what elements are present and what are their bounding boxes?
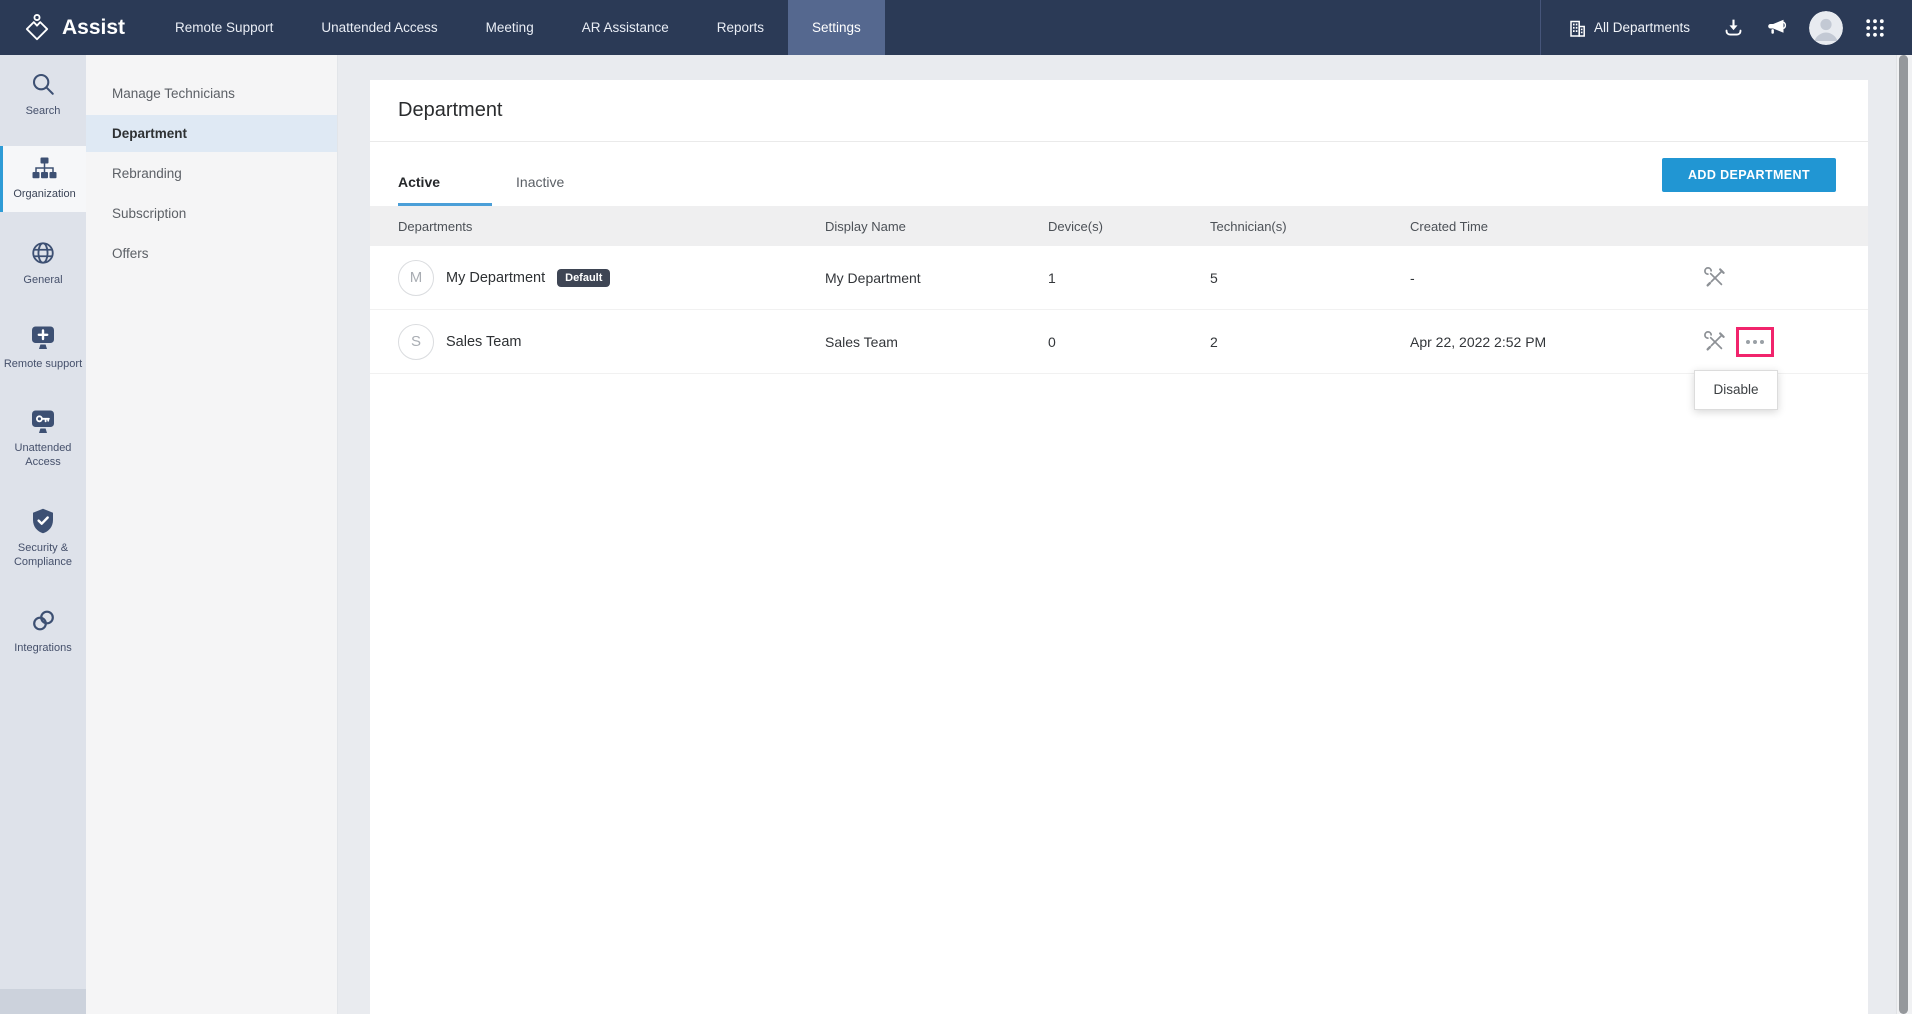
column-created-time: Created Time bbox=[1410, 218, 1489, 234]
submenu-item-subscription[interactable]: Subscription bbox=[86, 195, 337, 232]
technicians-cell: 2 bbox=[1210, 333, 1218, 350]
table-row: S Sales Team Sales Team 0 2 Apr 22, 2022… bbox=[370, 310, 1868, 410]
sidebar-item-label: Unattended Access bbox=[14, 442, 72, 469]
department-avatar: M bbox=[398, 259, 434, 296]
navbar-separator bbox=[1539, 0, 1541, 55]
app-grid-icon[interactable] bbox=[1865, 18, 1885, 38]
card-header: Department bbox=[370, 80, 1868, 142]
more-options-icon[interactable] bbox=[1736, 326, 1774, 357]
add-department-button[interactable]: ADD DEPARTMENT bbox=[1661, 158, 1836, 192]
sidebar-item-integrations[interactable]: Integrations bbox=[0, 597, 86, 665]
app-brand[interactable]: Assist bbox=[0, 0, 151, 55]
sidebar-item-security-compliance[interactable]: Security & Compliance bbox=[0, 498, 86, 580]
devices-cell: 0 bbox=[1048, 333, 1056, 350]
tab-inactive[interactable]: Inactive bbox=[516, 174, 564, 206]
main-navigation: Remote Support Unattended Access Meeting… bbox=[151, 0, 885, 55]
department-card: Department Active Inactive ADD DEPARTMEN… bbox=[370, 80, 1868, 1014]
tabs-row: Active Inactive ADD DEPARTMENT bbox=[370, 142, 1868, 206]
nav-meeting[interactable]: Meeting bbox=[462, 0, 558, 55]
linked-rings-icon bbox=[30, 607, 57, 634]
sidebar-item-label: Search bbox=[25, 105, 61, 117]
created-time-cell: - bbox=[1410, 269, 1415, 286]
department-avatar: S bbox=[398, 323, 434, 360]
tab-active[interactable]: Active bbox=[398, 174, 493, 206]
display-name-cell: My Department bbox=[825, 269, 921, 286]
technicians-cell: 5 bbox=[1210, 269, 1218, 286]
submenu-item-offers[interactable]: Offers bbox=[86, 235, 337, 272]
nav-ar-assistance[interactable]: AR Assistance bbox=[558, 0, 693, 55]
sidebar-item-label: Remote support bbox=[3, 357, 83, 370]
monitor-key-icon bbox=[30, 409, 56, 434]
sidebar-item-label: Integrations bbox=[14, 642, 72, 655]
created-time-cell: Apr 22, 2022 2:52 PM bbox=[1410, 333, 1547, 350]
brand-name: Assist bbox=[62, 15, 126, 39]
monitor-plus-icon bbox=[30, 325, 56, 350]
sidebar-item-organization[interactable]: Organization bbox=[0, 146, 86, 212]
column-display-name: Display Name bbox=[825, 218, 906, 234]
disable-menu-item[interactable]: Disable bbox=[1694, 369, 1778, 410]
top-navbar: Assist Remote Support Unattended Access … bbox=[0, 0, 1912, 55]
sidebar-item-label: General bbox=[23, 273, 63, 286]
page-title: Department bbox=[398, 99, 503, 121]
department-scope-label: All Departments bbox=[1593, 20, 1690, 35]
dot bbox=[1753, 339, 1757, 344]
nav-reports[interactable]: Reports bbox=[693, 0, 788, 55]
scrollbar-thumb[interactable] bbox=[1899, 55, 1908, 1014]
main-content: Department Active Inactive ADD DEPARTMEN… bbox=[338, 55, 1896, 1014]
submenu-item-rebranding[interactable]: Rebranding bbox=[86, 155, 337, 192]
user-avatar[interactable] bbox=[1809, 10, 1843, 45]
row-actions bbox=[1700, 266, 1868, 289]
sidebar-item-unattended-access[interactable]: Unattended Access bbox=[0, 399, 86, 480]
settings-submenu: Manage Technicians Department Rebranding… bbox=[86, 55, 338, 1014]
sidebar-item-search[interactable]: Search bbox=[0, 61, 86, 128]
devices-cell: 1 bbox=[1048, 269, 1056, 286]
sidebar-item-remote-support[interactable]: Remote support bbox=[0, 315, 86, 381]
dot bbox=[1746, 339, 1750, 344]
left-sidebar: Search Organization Rem bbox=[0, 55, 86, 1014]
dot bbox=[1760, 339, 1764, 344]
assist-logo-icon bbox=[22, 13, 52, 43]
search-icon bbox=[30, 71, 56, 97]
default-badge: Default bbox=[557, 268, 611, 287]
column-devices: Device(s) bbox=[1048, 218, 1103, 234]
sidebar-item-general[interactable]: Remote support General bbox=[0, 230, 86, 297]
submenu-item-manage-technicians[interactable]: Manage Technicians bbox=[86, 75, 337, 112]
table-row: M My Department Default My Department 1 … bbox=[370, 246, 1868, 310]
download-icon[interactable] bbox=[1723, 17, 1744, 38]
submenu-item-department[interactable]: Department bbox=[86, 115, 337, 152]
department-name[interactable]: Sales Team bbox=[446, 334, 522, 350]
row-actions: Disable bbox=[1694, 326, 1868, 410]
building-icon bbox=[1569, 19, 1586, 37]
configure-tools-icon[interactable] bbox=[1704, 266, 1726, 289]
sidebar-item-label: Organization bbox=[13, 188, 76, 201]
display-name-cell: Sales Team bbox=[825, 333, 898, 350]
shield-check-icon bbox=[31, 508, 55, 534]
globe-icon bbox=[30, 240, 56, 266]
department-scope-selector[interactable]: All Departments bbox=[1569, 19, 1690, 37]
nav-settings[interactable]: Settings bbox=[788, 0, 885, 55]
department-name-cell: M My Department Default bbox=[370, 259, 825, 296]
nav-remote-support[interactable]: Remote Support bbox=[151, 0, 297, 55]
sidebar-item-label: Security & Compliance bbox=[13, 541, 73, 569]
department-name-cell: S Sales Team bbox=[370, 323, 825, 360]
column-departments: Departments bbox=[398, 218, 473, 234]
page-scrollbar[interactable] bbox=[1896, 55, 1912, 1014]
department-name[interactable]: My Department bbox=[446, 270, 545, 286]
org-chart-icon bbox=[31, 156, 58, 180]
configure-tools-icon[interactable] bbox=[1704, 330, 1726, 353]
sidebar-bottom-strip bbox=[0, 989, 86, 1014]
table-header: Departments Display Name Device(s) Techn… bbox=[370, 206, 1868, 246]
topnav-right-controls: All Departments bbox=[1539, 0, 1912, 55]
column-technicians: Technician(s) bbox=[1210, 218, 1287, 234]
announcements-megaphone-icon[interactable] bbox=[1766, 17, 1787, 38]
nav-unattended-access[interactable]: Unattended Access bbox=[297, 0, 461, 55]
